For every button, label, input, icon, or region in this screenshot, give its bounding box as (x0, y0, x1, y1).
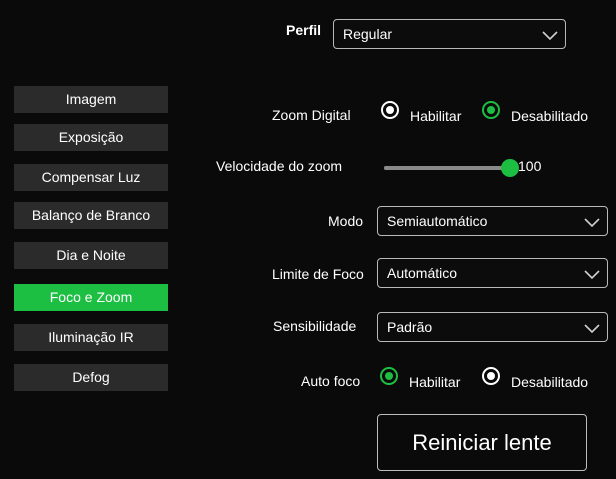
zoom-speed-slider-thumb[interactable] (501, 159, 519, 177)
auto-focus-habilitar-radio[interactable] (380, 367, 398, 385)
sidebar-item-imagem[interactable]: Imagem (14, 86, 168, 113)
zoom-digital-habilitar-radio[interactable] (381, 101, 399, 119)
auto-focus-desabilitado-radio[interactable] (482, 367, 500, 385)
sidebar-item-defog[interactable]: Defog (14, 364, 168, 391)
auto-focus-label: Auto foco (301, 373, 361, 389)
sidebar-item-iluminacao-ir[interactable]: Iluminação IR (14, 324, 168, 351)
sensitivity-select[interactable]: Padrão (377, 312, 608, 342)
chevron-down-icon (542, 31, 558, 41)
profile-select-value: Regular (343, 26, 393, 42)
mode-select-value: Semiautomático (387, 213, 488, 229)
zoom-digital-desabilitado-radio[interactable] (482, 101, 500, 119)
focus-limit-select[interactable]: Automático (377, 258, 608, 288)
reset-lens-button[interactable]: Reiniciar lente (377, 414, 587, 471)
profile-label: Perfil (286, 22, 322, 38)
zoom-digital-label: Zoom Digital (272, 107, 351, 123)
auto-focus-habilitar-label: Habilitar (409, 374, 461, 390)
sidebar-item-balanco-de-branco[interactable]: Balanço de Branco (14, 202, 168, 229)
zoom-speed-slider-track[interactable] (384, 166, 510, 170)
sidebar-item-compensar-luz[interactable]: Compensar Luz (14, 164, 168, 191)
sidebar-item-foco-e-zoom[interactable]: Foco e Zoom (14, 284, 168, 311)
mode-label: Modo (328, 213, 364, 229)
mode-select[interactable]: Semiautomático (377, 206, 608, 236)
sidebar-item-dia-e-noite[interactable]: Dia e Noite (14, 242, 168, 269)
zoom-speed-slider-fill (384, 166, 510, 170)
zoom-digital-habilitar-label: Habilitar (410, 108, 462, 124)
chevron-down-icon (584, 218, 600, 228)
focus-limit-label: Limite de Foco (272, 266, 364, 282)
zoom-speed-label: Velocidade do zoom (216, 158, 343, 174)
profile-select[interactable]: Regular (333, 19, 566, 49)
focus-limit-select-value: Automático (387, 265, 458, 281)
chevron-down-icon (584, 270, 600, 280)
sidebar-item-exposicao[interactable]: Exposição (14, 124, 168, 151)
zoom-digital-desabilitado-label: Desabilitado (511, 108, 589, 124)
zoom-speed-value: 100 (518, 158, 542, 174)
sensitivity-select-value: Padrão (387, 319, 433, 335)
auto-focus-desabilitado-label: Desabilitado (511, 374, 589, 390)
sensitivity-label: Sensibilidade (273, 318, 357, 334)
chevron-down-icon (584, 324, 600, 334)
